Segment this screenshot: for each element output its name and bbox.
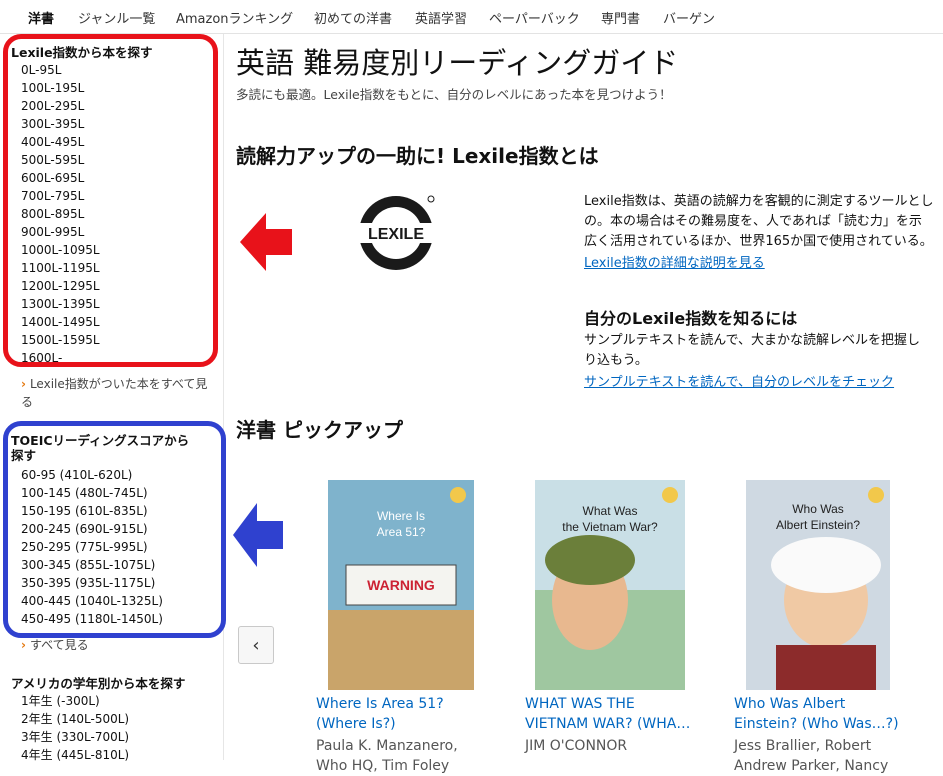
book-cover-area51[interactable]: WARNING Where Is Area 51?	[328, 480, 474, 690]
blue-highlight-box	[3, 421, 226, 638]
carousel-prev-button[interactable]: ‹	[238, 626, 274, 664]
chevron-left-icon: ‹	[252, 634, 260, 656]
svg-text:Who Was: Who Was	[792, 502, 844, 516]
nav-item-specialist[interactable]: 専門書	[601, 8, 640, 27]
svg-text:the Vietnam War?: the Vietnam War?	[562, 520, 658, 534]
red-highlight-box	[3, 34, 218, 367]
nav-item-english-learning[interactable]: 英語学習	[415, 8, 467, 27]
blue-arrow-icon	[233, 503, 283, 567]
book-title-link[interactable]: Where Is Area 51? (Where Is?)	[316, 694, 496, 734]
know-lexile-description: サンプルテキストを読んで、大まかな読解レベルを把握し り込もう。	[584, 333, 921, 368]
svg-text:WARNING: WARNING	[367, 577, 435, 593]
svg-text:What Was: What Was	[583, 504, 638, 518]
book-title-link[interactable]: WHAT WAS THE VIETNAM WAR? (WHA…	[525, 694, 705, 734]
toeic-see-all-link[interactable]: › すべて見る	[21, 636, 89, 654]
svg-text:Where Is: Where Is	[377, 509, 425, 523]
nav-item-yosho[interactable]: 洋書	[28, 8, 54, 27]
book-cover-vietnam[interactable]: What Was the Vietnam War?	[535, 480, 685, 690]
lexile-see-all-link[interactable]: › Lexile指数がついた本をすべて見る	[21, 375, 211, 411]
book-title-link[interactable]: Who Was Albert Einstein? (Who Was…?)	[734, 694, 914, 734]
svg-text:Area 51?: Area 51?	[377, 525, 426, 539]
know-lexile-heading: 自分のLexile指数を知るには	[584, 309, 798, 328]
grade-section-title: アメリカの学年別から本を探す	[11, 676, 186, 691]
sidebar-divider	[223, 34, 224, 760]
nav-item-first[interactable]: 初めての洋書	[314, 8, 392, 27]
top-nav: 洋書 ジャンル一覧 Amazonランキング 初めての洋書 英語学習 ペーパーバッ…	[0, 0, 943, 34]
lexile-description: Lexile指数は、英語の読解力を客観的に測定するツールとし の。本の場合はその…	[584, 194, 934, 249]
page-subtitle: 多読にも最適。Lexile指数をもとに、自分のレベルにあった本を見つけよう！	[236, 87, 672, 102]
red-arrow-icon	[240, 213, 292, 271]
svg-text:LEXILE: LEXILE	[368, 226, 424, 243]
lexile-logo: LEXILE	[355, 195, 437, 270]
book-cover-einstein[interactable]: Who Was Albert Einstein?	[746, 480, 890, 690]
svg-text:Albert Einstein?: Albert Einstein?	[776, 518, 860, 532]
grade-item[interactable]: 4年生 (445L-810L)	[21, 746, 129, 764]
nav-item-paperback[interactable]: ペーパーバック	[489, 8, 580, 27]
book-author: Jess Brallier, Robert Andrew Parker, Nan…	[734, 738, 889, 774]
chevron-right-icon: ›	[21, 638, 26, 652]
lexile-heading: 読解力アップの一助に! Lexile指数とは	[236, 144, 599, 168]
grade-item[interactable]: 2年生 (140L-500L)	[21, 710, 129, 728]
book-author: Paula K. Manzanero, Who HQ, Tim Foley	[316, 738, 458, 774]
lexile-detail-link[interactable]: Lexile指数の詳細な説明を見る	[584, 252, 765, 271]
grade-item[interactable]: 1年生 (-300L)	[21, 692, 100, 710]
nav-item-bargain[interactable]: バーゲン	[663, 8, 715, 27]
chevron-right-icon: ›	[21, 377, 26, 391]
book-author: JIM O'CONNOR	[525, 738, 628, 754]
sample-text-link[interactable]: サンプルテキストを読んで、自分のレベルをチェック	[584, 371, 894, 390]
page-title: 英語 難易度別リーディングガイド	[236, 46, 679, 80]
nav-item-ranking[interactable]: Amazonランキング	[176, 8, 293, 27]
nav-item-genre[interactable]: ジャンル一覧	[78, 8, 155, 27]
grade-item[interactable]: 3年生 (330L-700L)	[21, 728, 129, 746]
pickup-heading: 洋書 ピックアップ	[236, 418, 403, 442]
